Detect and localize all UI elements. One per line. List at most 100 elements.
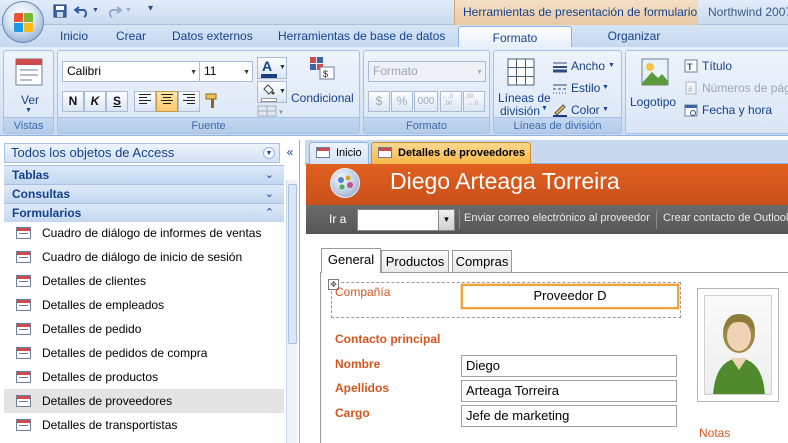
tab-page-general: ✥ Compañía Proveedor D Contacto principa…	[320, 272, 788, 443]
alternate-fill-button[interactable]: ▼	[257, 105, 287, 117]
chevron-down-icon: ▼	[190, 69, 197, 76]
pencil-icon	[553, 104, 567, 118]
chevron-down-icon[interactable]: ▼	[438, 210, 454, 230]
nombre-field[interactable]: Diego	[461, 355, 677, 377]
page-numbers-label: Números de pág	[702, 81, 788, 95]
logo-icon[interactable]	[640, 57, 670, 87]
chevron-down-icon: ▼	[279, 64, 286, 71]
nav-category-formularios[interactable]: Formularios ⌃	[4, 203, 284, 222]
title-button[interactable]: T Título	[684, 59, 788, 75]
font-color-button[interactable]: A ▼	[257, 57, 287, 79]
tab-formato[interactable]: Formato	[458, 26, 572, 48]
tab-crear[interactable]: Crear	[116, 25, 146, 47]
nav-item-detalles-proveedores[interactable]: Detalles de proveedores	[4, 389, 284, 413]
title-icon: T	[684, 59, 698, 73]
page-numbers-button[interactable]: # Números de pág	[684, 81, 788, 97]
create-outlook-contact-link[interactable]: Crear contacto de Outlook	[663, 212, 788, 224]
font-name-value: Calibri	[67, 64, 102, 78]
tab-general[interactable]: General	[321, 248, 381, 273]
goto-combo[interactable]: ▼	[357, 209, 455, 231]
nav-menu-dropdown-icon[interactable]: ▼	[263, 147, 275, 159]
nav-item-detalles-clientes[interactable]: Detalles de clientes	[4, 269, 284, 293]
underline-button[interactable]: S	[106, 91, 128, 112]
align-right-button[interactable]	[178, 91, 200, 112]
line-style-button[interactable]: Estilo ▼	[552, 81, 618, 97]
nav-item-detalles-pedido[interactable]: Detalles de pedido	[4, 317, 284, 341]
nav-collapse-icon[interactable]: «	[282, 143, 298, 163]
nav-item-cuadro-inicio-sesion[interactable]: Cuadro de diálogo de inicio de sesión	[4, 245, 284, 269]
toolbar-separator	[656, 210, 657, 229]
customize-qat-icon[interactable]: ▾	[148, 3, 153, 14]
undo-dropdown-icon[interactable]: ▼	[92, 7, 99, 14]
nav-category-consultas[interactable]: Consultas ⌄	[4, 184, 284, 203]
contact-photo[interactable]	[697, 288, 779, 402]
view-icon[interactable]	[14, 57, 44, 87]
thousands-button[interactable]: 000	[414, 91, 438, 112]
compania-field[interactable]: Proveedor D	[461, 284, 679, 309]
scrollbar-thumb[interactable]	[288, 184, 297, 344]
save-icon[interactable]	[53, 4, 67, 21]
title-label: Título	[702, 59, 733, 73]
nav-scrollbar[interactable]	[286, 180, 298, 443]
tab-herramientas-bd[interactable]: Herramientas de base de datos	[278, 25, 445, 47]
nav-item-cuadro-informes-ventas[interactable]: Cuadro de diálogo de informes de ventas	[4, 221, 284, 245]
tab-productos[interactable]: Productos	[381, 250, 449, 273]
align-left-button[interactable]	[134, 91, 156, 112]
view-dropdown-icon[interactable]: ▼	[25, 107, 32, 114]
tab-organizar[interactable]: Organizar	[586, 25, 682, 47]
send-email-link[interactable]: Enviar correo electrónico al proveedor	[464, 212, 650, 224]
conditional-format-label[interactable]: Condicional	[291, 91, 354, 105]
increase-decimals-button[interactable]: ←,0,00	[440, 91, 462, 112]
gridlines-label-1[interactable]: Líneas de	[498, 91, 551, 105]
percent-button[interactable]: %	[391, 91, 413, 112]
number-format-combo[interactable]: Formato ▼	[368, 61, 486, 82]
conditional-format-icon[interactable]: $	[308, 55, 336, 81]
label-notas: Notas	[699, 426, 731, 440]
gridlines-label-2[interactable]: división	[500, 104, 540, 118]
nav-item-label: Detalles de pedidos de compra	[42, 346, 208, 360]
view-button-label[interactable]: Ver	[21, 93, 39, 107]
office-button[interactable]	[2, 1, 44, 43]
app-title: Northwind 2007	[708, 5, 788, 19]
group-label-fuente: Fuente	[58, 117, 359, 133]
nav-item-detalles-productos[interactable]: Detalles de productos	[4, 365, 284, 389]
bold-button[interactable]: N	[62, 91, 84, 112]
fill-color-swatch	[261, 98, 277, 102]
nav-item-label: Cuadro de diálogo de informes de ventas	[42, 226, 262, 240]
tab-datos-externos[interactable]: Datos externos	[172, 25, 253, 47]
group-lineas-division: Líneas de división ▼ Ancho ▼ Estilo ▼ Co…	[493, 50, 622, 134]
nav-item-detalles-transportistas[interactable]: Detalles de transportistas	[4, 413, 284, 437]
tab-inicio[interactable]: Inicio	[60, 25, 88, 47]
font-size-value: 11	[204, 64, 217, 78]
redo-icon[interactable]	[106, 4, 123, 21]
align-center-button[interactable]	[156, 91, 178, 112]
nav-category-tablas[interactable]: Tablas ⌄	[4, 165, 284, 184]
decrease-decimals-button[interactable]: ,00 →,0	[463, 91, 485, 112]
currency-button[interactable]: $	[368, 91, 390, 112]
svg-text:→,0: →,0	[467, 101, 479, 106]
font-size-combo[interactable]: 11 ▼	[199, 61, 253, 82]
apellidos-field[interactable]: Arteaga Torreira	[461, 380, 677, 402]
gridlines-icon[interactable]	[506, 57, 536, 87]
italic-button[interactable]: K	[84, 91, 106, 112]
cargo-field[interactable]: Jefe de marketing	[461, 405, 677, 427]
font-color-icon: A	[262, 58, 273, 74]
nav-pane-header[interactable]: Todos los objetos de Access ▼	[4, 143, 280, 163]
align-right-icon	[183, 94, 195, 104]
tab-compras[interactable]: Compras	[452, 250, 512, 273]
nav-item-detalles-pedidos-compra[interactable]: Detalles de pedidos de compra	[4, 341, 284, 365]
date-time-button[interactable]: Fecha y hora	[684, 103, 788, 119]
nav-item-detalles-empleados[interactable]: Detalles de empleados	[4, 293, 284, 317]
redo-dropdown-icon[interactable]: ▼	[125, 7, 132, 14]
logo-label[interactable]: Logotipo	[630, 95, 676, 109]
font-name-combo[interactable]: Calibri ▼	[62, 61, 200, 82]
doc-tab-detalles-proveedores[interactable]: Detalles de proveedores	[371, 142, 531, 164]
nav-item-label: Detalles de clientes	[42, 274, 147, 288]
format-painter-icon[interactable]	[204, 92, 224, 112]
undo-icon[interactable]	[73, 4, 90, 21]
doc-tab-inicio[interactable]: Inicio	[309, 142, 369, 164]
group-fuente: Calibri ▼ 11 ▼ N K S A ▼ ▼ ▼ $ Condicion…	[57, 50, 360, 134]
fill-color-button[interactable]: ▼	[257, 81, 287, 103]
doc-tab-label: Detalles de proveedores	[398, 147, 526, 159]
line-width-button[interactable]: Ancho ▼	[552, 59, 618, 75]
